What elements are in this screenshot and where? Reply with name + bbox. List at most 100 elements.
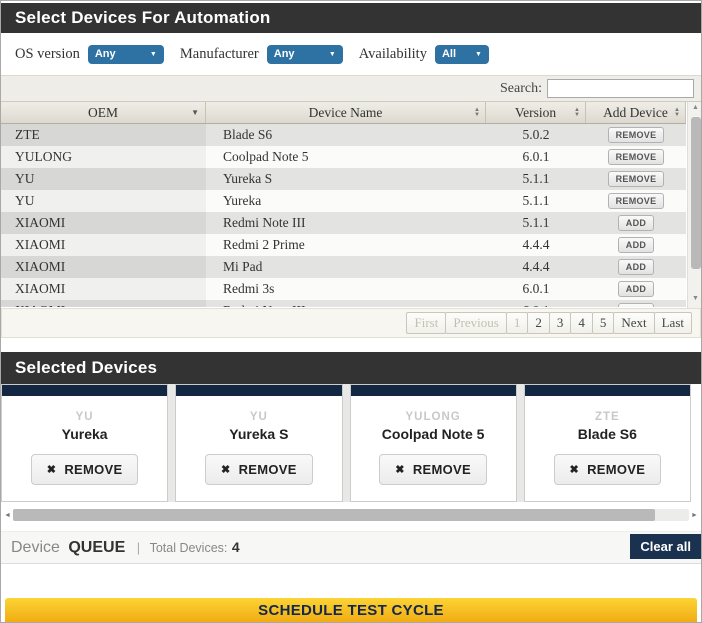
- total-devices-count: 4: [231, 538, 240, 555]
- manufacturer-value: Any: [273, 48, 295, 60]
- pagination-button[interactable]: Next: [613, 312, 655, 334]
- availability-select[interactable]: All ▼: [434, 44, 489, 64]
- filter-os-version: OS version Any ▼: [15, 44, 164, 64]
- card-accent-bar: [350, 385, 516, 396]
- column-header[interactable]: Device Name ▲ ▼: [206, 102, 486, 123]
- oem-cell: XIAOMI: [1, 278, 206, 300]
- x-icon: ✖: [221, 464, 231, 476]
- add-remove-device-button[interactable]: ADD: [617, 259, 655, 275]
- add-remove-device-button[interactable]: ADD: [617, 281, 655, 297]
- card-oem-label: YU: [249, 411, 268, 423]
- pagination-button[interactable]: Last: [653, 312, 692, 334]
- total-devices-label: Total Devices:: [149, 540, 228, 555]
- table-row: YU Yureka S 5.1.1 REMOVE: [1, 168, 686, 190]
- horizontal-scrollbar-thumb[interactable]: [13, 509, 656, 521]
- table-row: XIAOMI Redmi Note III 6.0.1 ADD: [1, 300, 686, 307]
- scroll-right-icon[interactable]: ►: [689, 512, 700, 519]
- card-accent-bar: [176, 385, 342, 396]
- device-name-cell: Coolpad Note 5: [223, 149, 309, 164]
- os-version-value: Any: [94, 48, 116, 60]
- filter-manufacturer: Manufacturer Any ▼: [179, 44, 343, 64]
- pagination-button[interactable]: 4: [570, 312, 593, 334]
- card-remove-button[interactable]: ✖ REMOVE: [553, 454, 662, 485]
- version-cell: 4.4.4: [522, 237, 550, 252]
- manufacturer-label: Manufacturer: [179, 45, 259, 62]
- search-label: Search:: [500, 80, 542, 96]
- search-input[interactable]: [547, 79, 694, 98]
- add-remove-device-button[interactable]: REMOVE: [607, 149, 665, 165]
- schedule-test-cycle-button[interactable]: SCHEDULE TEST CYCLE: [5, 598, 697, 622]
- selected-device-card: YU Yureka S ✖ REMOVE: [175, 384, 343, 502]
- pagination-button[interactable]: 3: [548, 312, 572, 334]
- add-remove-device-button[interactable]: REMOVE: [607, 127, 665, 143]
- oem-cell: XIAOMI: [1, 300, 206, 307]
- column-header[interactable]: OEM ▼: [1, 102, 206, 123]
- column-header-label: Version: [514, 104, 557, 120]
- selected-devices-list: YU Yureka ✖ REMOVE YU Yureka S ✖ REMOVE …: [1, 384, 691, 502]
- oem-cell: ZTE: [1, 124, 206, 146]
- version-cell: 4.4.4: [522, 259, 550, 274]
- queue-title: QUEUE: [68, 538, 126, 556]
- horizontal-scrollbar-track[interactable]: [13, 509, 689, 521]
- card-remove-label: REMOVE: [238, 462, 297, 477]
- chevron-down-icon: ▼: [149, 50, 157, 58]
- card-device-name: Yureka S: [229, 426, 289, 442]
- add-remove-device-button[interactable]: REMOVE: [607, 193, 665, 209]
- card-remove-button[interactable]: ✖ REMOVE: [379, 454, 487, 485]
- column-header[interactable]: Version ▲ ▼: [486, 102, 586, 123]
- manufacturer-select[interactable]: Any ▼: [266, 44, 343, 64]
- card-device-name: Coolpad Note 5: [381, 426, 485, 442]
- card-oem-label: YULONG: [405, 411, 461, 423]
- chevron-down-icon: ▼: [328, 50, 336, 58]
- queue-separator: |: [136, 539, 141, 555]
- os-version-label: OS version: [15, 45, 80, 62]
- device-name-cell: Redmi Note III: [223, 215, 306, 230]
- column-header-label: OEM: [88, 104, 118, 120]
- version-cell: 6.0.1: [522, 281, 550, 296]
- version-cell: 5.1.1: [522, 215, 550, 230]
- os-version-select[interactable]: Any ▼: [87, 44, 164, 64]
- device-name-cell: Redmi 2 Prime: [223, 237, 305, 252]
- oem-cell: YU: [1, 168, 206, 190]
- add-remove-device-button[interactable]: ADD: [617, 237, 655, 253]
- device-name-cell: Mi Pad: [223, 259, 263, 274]
- sort-desc-glyph: ▼: [674, 111, 680, 118]
- add-remove-device-button[interactable]: ADD: [617, 215, 655, 231]
- sort-desc-glyph: ▼: [474, 111, 480, 118]
- pagination-button: Previous: [445, 312, 507, 334]
- x-icon: ✖: [46, 464, 57, 476]
- queue-prefix: Device: [11, 538, 60, 556]
- card-remove-button[interactable]: ✖ REMOVE: [30, 454, 139, 485]
- pagination-button[interactable]: 5: [591, 312, 615, 334]
- column-header[interactable]: Add Device ▲ ▼: [586, 102, 686, 123]
- scroll-up-icon[interactable]: ▲: [692, 104, 699, 115]
- vertical-scrollbar[interactable]: ▲ ▼: [687, 102, 701, 308]
- scroll-left-icon[interactable]: ◄: [2, 512, 13, 519]
- oem-cell: XIAOMI: [1, 212, 206, 234]
- oem-cell: YULONG: [1, 146, 206, 168]
- sort-both-icon: ▲ ▼: [674, 107, 680, 118]
- horizontal-scrollbar[interactable]: ◄ ►: [1, 507, 701, 523]
- pagination-bar: First Previous 1 2 3 4 5 Next Last: [1, 308, 701, 338]
- sort-both-icon: ▲ ▼: [474, 107, 480, 118]
- card-remove-button[interactable]: ✖ REMOVE: [205, 454, 313, 485]
- page-header: Select Devices For Automation: [1, 3, 701, 33]
- table-row: YULONG Coolpad Note 5 6.0.1 REMOVE: [1, 146, 686, 168]
- column-header-label: Add Device: [603, 104, 668, 120]
- version-cell: 6.0.1: [486, 300, 586, 307]
- table-row: XIAOMI Mi Pad 4.4.4 ADD: [1, 256, 686, 278]
- pagination-button: First: [406, 312, 447, 334]
- device-automation-page: Select Devices For Automation OS version…: [0, 0, 702, 623]
- clear-all-button[interactable]: Clear all: [630, 534, 701, 559]
- add-remove-device-button[interactable]: REMOVE: [607, 171, 665, 187]
- vertical-scrollbar-thumb[interactable]: [690, 117, 701, 269]
- oem-cell: XIAOMI: [1, 256, 206, 278]
- card-oem-label: YU: [75, 411, 94, 423]
- add-remove-device-button[interactable]: ADD: [617, 303, 655, 307]
- device-table-body: ZTE Blade S6 5.0.2 REMOVE YULONG Coolpad…: [1, 124, 686, 307]
- scroll-down-icon[interactable]: ▼: [692, 295, 699, 306]
- table-row: XIAOMI Redmi 3s 6.0.1 ADD: [1, 278, 686, 300]
- card-device-name: Yureka: [61, 426, 108, 442]
- x-icon: ✖: [569, 464, 580, 476]
- pagination-button[interactable]: 2: [527, 312, 550, 334]
